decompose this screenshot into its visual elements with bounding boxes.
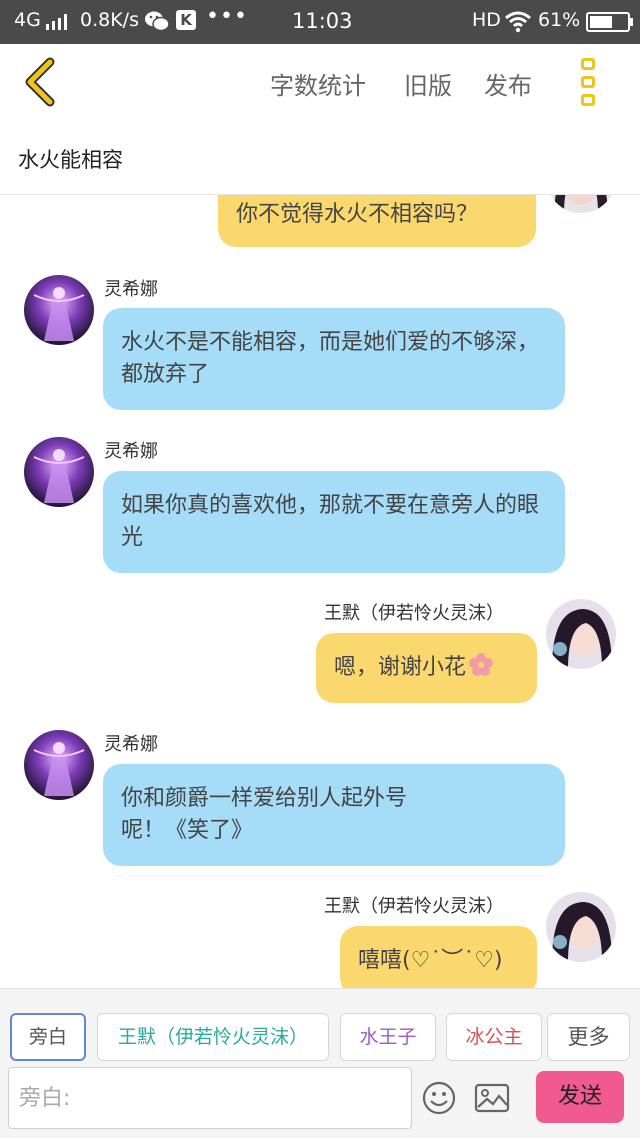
more-roles-button[interactable]: 更多	[547, 1013, 630, 1061]
status-bar: 4G 0.8K/s K ••• 11:03 HD 61%	[0, 0, 640, 44]
message-bubble: 如果你真的喜欢他，那就不要在意旁人的眼光	[103, 471, 565, 573]
input-panel: 旁白 王默（伊若怜火灵沫） 水王子 冰公主 更多 发送	[0, 988, 640, 1138]
avatar-wangmo[interactable]	[546, 195, 616, 213]
sender-name: 王默（伊若怜火灵沫）	[324, 896, 504, 917]
back-button[interactable]	[20, 56, 64, 108]
old-version-button[interactable]: 旧版	[404, 66, 452, 101]
role-water-prince-button[interactable]: 水王子	[340, 1013, 436, 1061]
sender-name: 灵希娜	[104, 734, 158, 755]
avatar-wangmo[interactable]	[546, 599, 616, 669]
role-narrator-button[interactable]: 旁白	[10, 1013, 86, 1061]
word-count-button[interactable]: 字数统计	[270, 66, 366, 101]
battery-percent: 61%	[538, 9, 581, 31]
sender-name: 灵希娜	[104, 279, 158, 300]
image-icon[interactable]	[474, 1083, 510, 1113]
publish-button[interactable]: 发布	[484, 66, 532, 101]
signal-icon	[46, 14, 70, 30]
more-notifications-icon: •••	[206, 4, 248, 29]
flower-icon	[468, 637, 494, 707]
chevron-left-icon	[25, 57, 55, 107]
story-title: 水火能相容	[18, 148, 123, 172]
send-button[interactable]: 发送	[536, 1071, 624, 1123]
role-ice-princess-button[interactable]: 冰公主	[446, 1013, 542, 1061]
message-input[interactable]	[8, 1067, 412, 1129]
clock: 11:03	[292, 9, 353, 33]
wifi-icon	[504, 9, 532, 38]
more-menu-icon[interactable]	[578, 56, 600, 108]
header: 字数统计 旧版 发布	[0, 44, 640, 120]
hd-indicator: HD	[472, 9, 501, 31]
avatar-wangmo[interactable]	[546, 892, 616, 962]
message-bubble: 嗯，谢谢小花	[316, 633, 537, 703]
network-type: 4G	[14, 9, 41, 31]
network-speed: 0.8K/s	[80, 9, 139, 31]
emoji-icon[interactable]	[422, 1081, 456, 1115]
sender-name: 王默（伊若怜火灵沫）	[324, 603, 504, 624]
avatar-lingxina[interactable]	[24, 730, 94, 800]
chat-area[interactable]: 你不觉得水火不相容吗？ 灵希娜 水火不是不能相容，而是她们爱的不够深，都放弃了 …	[0, 195, 640, 988]
battery-fill	[590, 16, 612, 28]
message-bubble: 嘻嘻(♡˙︶˙♡)	[340, 926, 537, 988]
message-bubble: 你不觉得水火不相容吗？	[218, 195, 536, 247]
message-bubble: 你和颜爵一样爱给别人起外号呢！《笑了》	[103, 764, 565, 866]
battery-tip	[630, 18, 633, 26]
avatar-lingxina[interactable]	[24, 275, 94, 345]
message-bubble: 水火不是不能相容，而是她们爱的不够深，都放弃了	[103, 308, 565, 410]
role-wangmo-button[interactable]: 王默（伊若怜火灵沫）	[97, 1013, 329, 1061]
avatar-lingxina[interactable]	[24, 437, 94, 507]
wechat-icon	[144, 10, 170, 37]
battery-icon	[586, 12, 630, 32]
sender-name: 灵希娜	[104, 441, 158, 462]
k-app-icon: K	[176, 10, 196, 30]
message-text: 嗯，谢谢小花	[334, 655, 467, 680]
